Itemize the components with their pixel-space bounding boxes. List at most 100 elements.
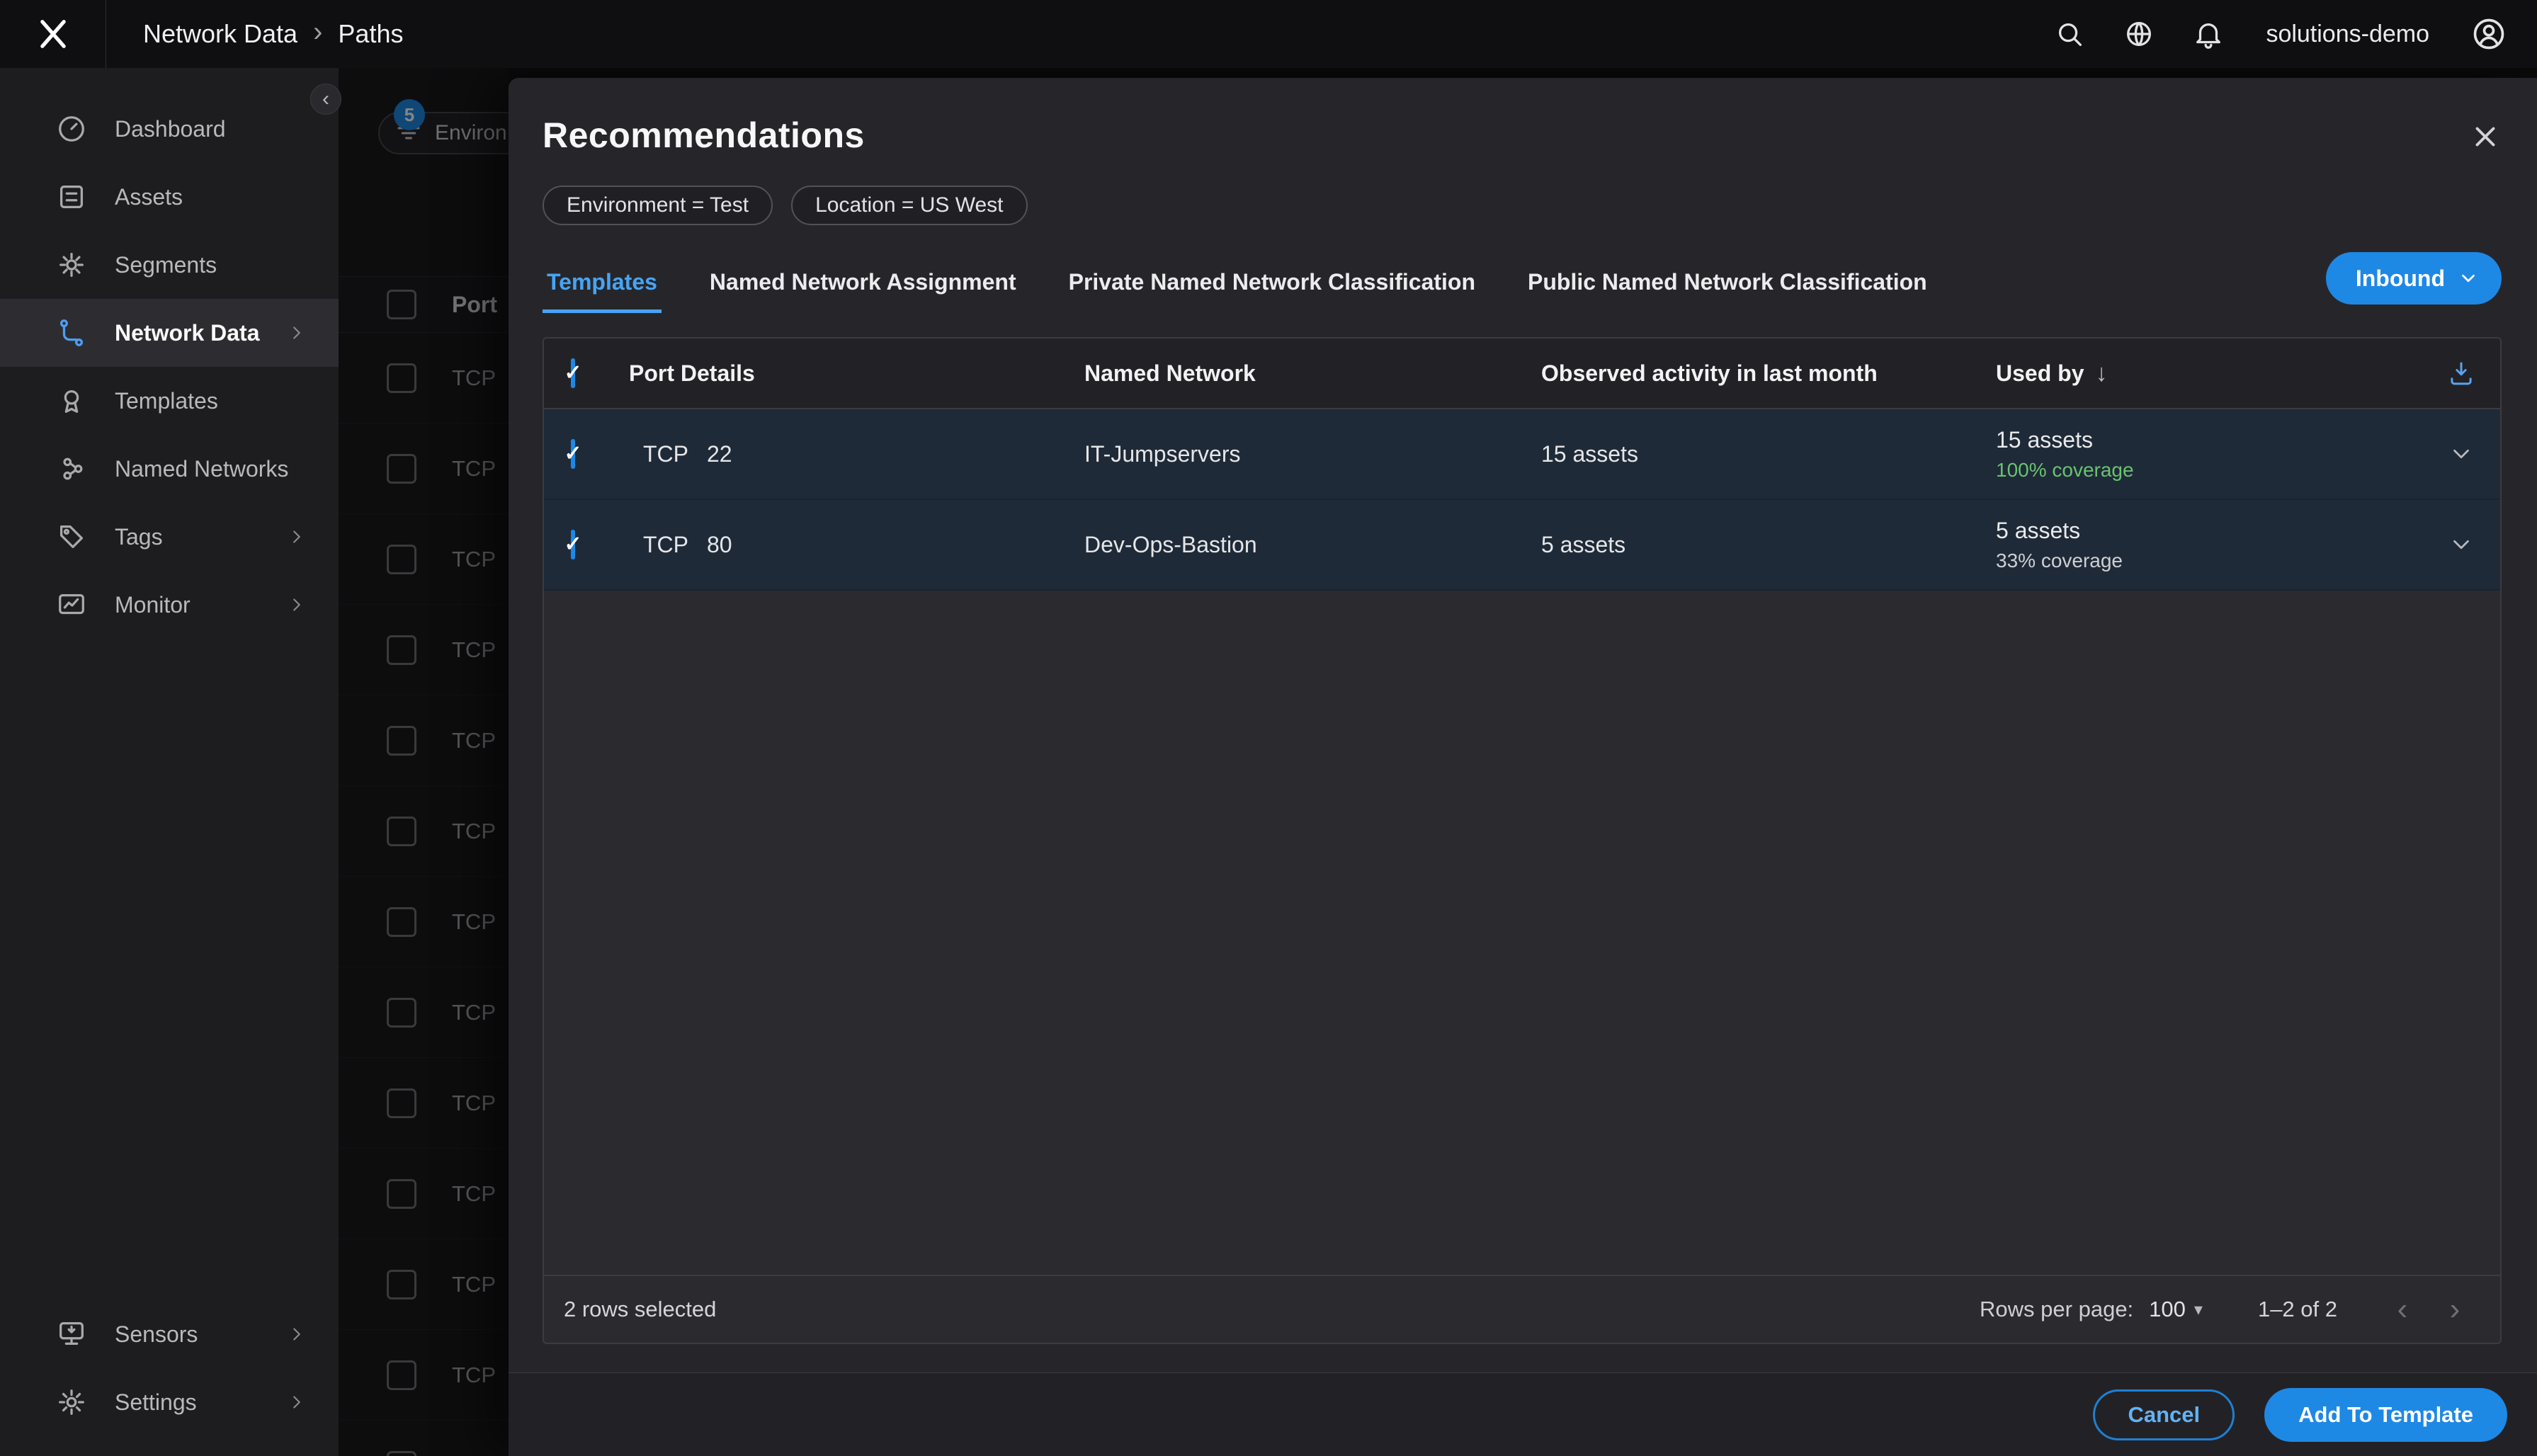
sidebar-item-settings[interactable]: Settings bbox=[0, 1368, 339, 1436]
table-empty-area bbox=[544, 591, 2500, 1275]
sidebar-item-label: Segments bbox=[115, 251, 217, 278]
port-details-cell: TCP 80 bbox=[629, 532, 1084, 558]
segments-icon bbox=[59, 253, 84, 277]
sensors-device-icon bbox=[59, 1322, 84, 1346]
sidebar-item-label: Dashboard bbox=[115, 115, 226, 142]
add-to-template-button[interactable]: Add To Template bbox=[2264, 1387, 2507, 1442]
named-network-cell: IT-Jumpservers bbox=[1084, 440, 1241, 467]
cancel-button[interactable]: Cancel bbox=[2093, 1389, 2235, 1440]
app-logo[interactable] bbox=[0, 0, 106, 68]
sidebar-bottom-nav: Sensors Settings bbox=[0, 1300, 339, 1436]
sidebar-item-monitor[interactable]: Monitor bbox=[0, 571, 339, 639]
sidebar-collapse-button[interactable]: ‹ bbox=[310, 84, 341, 115]
direction-dropdown-button[interactable]: Inbound bbox=[2325, 252, 2502, 305]
download-icon[interactable] bbox=[2446, 358, 2476, 388]
breadcrumb-network-data[interactable]: Network Data bbox=[143, 19, 297, 49]
chevron-right-icon bbox=[293, 326, 300, 339]
sidebar-item-label: Network Data bbox=[115, 319, 260, 346]
collapse-icon: ‹ bbox=[322, 87, 329, 110]
previous-page-button[interactable]: ‹ bbox=[2388, 1294, 2417, 1325]
assets-list-icon bbox=[59, 185, 84, 209]
row-checkbox[interactable] bbox=[571, 438, 575, 469]
sidebar-item-tags[interactable]: Tags bbox=[0, 503, 339, 571]
sidebar-item-network-data[interactable]: Network Data bbox=[0, 299, 339, 367]
used-by-cell: 5 assets 33% coverage bbox=[1996, 518, 2422, 572]
column-header-port-details: Port Details bbox=[629, 360, 755, 386]
breadcrumb-paths: Paths bbox=[338, 19, 404, 48]
expand-chevron-down-icon[interactable] bbox=[2448, 531, 2475, 558]
rows-per-page-select[interactable]: 100 ▾ bbox=[2149, 1297, 2203, 1322]
sort-descending-icon: ↓ bbox=[2095, 359, 2108, 387]
sidebar-item-label: Tags bbox=[115, 523, 163, 550]
port-number: 22 bbox=[707, 440, 732, 467]
recommendation-row-tcp-22[interactable]: TCP 22 IT-Jumpservers 15 assets 15 asset… bbox=[544, 409, 2500, 500]
select-all-checkbox[interactable] bbox=[571, 358, 575, 388]
coverage-label: 33% coverage bbox=[1996, 549, 2123, 571]
observed-activity-cell: 15 assets bbox=[1541, 440, 1638, 467]
table-header-row: Port Details Named Network Observed acti… bbox=[544, 339, 2500, 409]
column-header-named-network: Named Network bbox=[1084, 360, 1256, 386]
network-data-flow-icon bbox=[59, 319, 84, 346]
tab-public-named-network-classification[interactable]: Public Named Network Classification bbox=[1523, 269, 1931, 313]
column-header-observed: Observed activity in last month bbox=[1541, 360, 1878, 386]
filter-chip-environment[interactable]: Environment = Test bbox=[543, 186, 773, 225]
sidebar-item-segments[interactable]: Segments bbox=[0, 231, 339, 299]
modal-action-bar: Cancel Add To Template bbox=[509, 1372, 2537, 1456]
topbar: Network Data › Paths solutions-demo bbox=[0, 0, 2537, 68]
account-name[interactable]: solutions-demo bbox=[2266, 21, 2429, 48]
pagination-controls: Rows per page: 100 ▾ 1–2 of 2 ‹ › bbox=[1980, 1294, 2469, 1325]
chevron-down-icon bbox=[2462, 274, 2475, 283]
tab-templates[interactable]: Templates bbox=[543, 269, 662, 313]
globe-icon[interactable] bbox=[2123, 18, 2155, 50]
avatar-icon[interactable] bbox=[2470, 16, 2507, 52]
sidebar-item-templates[interactable]: Templates bbox=[0, 367, 339, 435]
table-footer: 2 rows selected Rows per page: 100 ▾ 1–2… bbox=[544, 1275, 2500, 1343]
sidebar-nav: Dashboard Assets Segments Network Data T… bbox=[0, 68, 339, 639]
sidebar-item-label: Monitor bbox=[115, 591, 191, 618]
coverage-label: 100% coverage bbox=[1996, 458, 2134, 481]
sidebar-item-label: Settings bbox=[115, 1389, 197, 1415]
expand-chevron-down-icon[interactable] bbox=[2448, 440, 2475, 467]
sidebar: ‹ Dashboard Assets Segments Network Data… bbox=[0, 68, 341, 1456]
row-checkbox[interactable] bbox=[571, 529, 575, 559]
sidebar-item-named-networks[interactable]: Named Networks bbox=[0, 435, 339, 503]
templates-badge-icon bbox=[64, 389, 79, 413]
close-icon[interactable] bbox=[2469, 120, 2502, 153]
used-by-count: 5 assets bbox=[1996, 517, 2081, 543]
dashboard-gauge-icon bbox=[59, 116, 84, 142]
chevron-down-icon: ▾ bbox=[2193, 1299, 2203, 1319]
tab-named-network-assignment[interactable]: Named Network Assignment bbox=[705, 269, 1021, 313]
topbar-actions: solutions-demo bbox=[2053, 16, 2537, 52]
sidebar-item-sensors[interactable]: Sensors bbox=[0, 1300, 339, 1368]
brand-x-icon bbox=[40, 20, 66, 48]
recommendation-row-tcp-80[interactable]: TCP 80 Dev-Ops-Bastion 5 assets 5 assets… bbox=[544, 500, 2500, 591]
modal-header: Recommendations bbox=[509, 78, 2537, 156]
sidebar-item-label: Sensors bbox=[115, 1321, 198, 1347]
sidebar-item-assets[interactable]: Assets bbox=[0, 163, 339, 231]
chevron-right-icon bbox=[293, 598, 300, 611]
sidebar-item-label: Named Networks bbox=[115, 455, 289, 482]
next-page-button[interactable]: › bbox=[2441, 1294, 2469, 1325]
tab-private-named-network-classification[interactable]: Private Named Network Classification bbox=[1065, 269, 1480, 313]
sidebar-item-dashboard[interactable]: Dashboard bbox=[0, 95, 339, 163]
port-details-cell: TCP 22 bbox=[629, 441, 1084, 467]
search-icon[interactable] bbox=[2053, 18, 2086, 50]
named-network-cell: Dev-Ops-Bastion bbox=[1084, 531, 1257, 557]
direction-label: Inbound bbox=[2355, 265, 2445, 291]
column-header-used-by[interactable]: Used by ↓ bbox=[1996, 360, 2422, 387]
filter-chip-location[interactable]: Location = US West bbox=[791, 186, 1028, 225]
used-by-count: 15 assets bbox=[1996, 426, 2093, 453]
sidebar-item-label: Templates bbox=[115, 387, 218, 414]
observed-activity-cell: 5 assets bbox=[1541, 531, 1626, 557]
notifications-bell-icon[interactable] bbox=[2192, 18, 2225, 50]
named-networks-icon bbox=[63, 457, 83, 480]
protocol-label: TCP bbox=[643, 531, 688, 557]
protocol-label: TCP bbox=[643, 440, 688, 467]
page-range-text: 1–2 of 2 bbox=[2257, 1297, 2337, 1321]
recommendations-table: Port Details Named Network Observed acti… bbox=[543, 337, 2502, 1344]
sidebar-item-label: Assets bbox=[115, 183, 183, 210]
port-number: 80 bbox=[707, 531, 732, 557]
rows-per-page-label: Rows per page: bbox=[1980, 1297, 2134, 1321]
modal-tabs: Templates Named Network Assignment Priva… bbox=[543, 252, 2502, 313]
filter-chips: Environment = Test Location = US West bbox=[509, 156, 2537, 225]
